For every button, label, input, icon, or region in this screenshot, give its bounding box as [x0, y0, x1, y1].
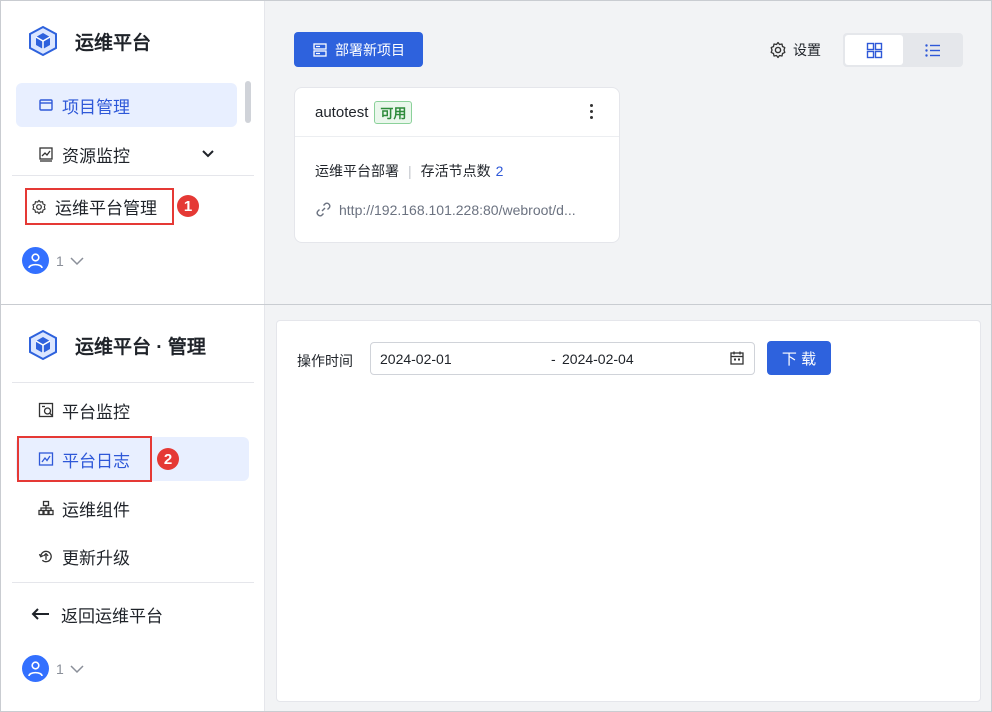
deploy-new-project-button[interactable]: 部署新项目	[294, 32, 423, 67]
admin-sidebar: 运维平台 · 管理 平台监控 平台日志 2 运维组件 更新升级 返回运维平台 1	[1, 305, 265, 711]
cube-logo-icon	[29, 329, 57, 361]
list-view-button[interactable]	[903, 35, 961, 65]
date-separator: -	[551, 351, 556, 367]
sidebar-item-platform-monitor[interactable]: 平台监控	[16, 388, 237, 432]
sidebar-item-projects[interactable]: 项目管理	[16, 83, 237, 127]
grid-view-icon	[866, 42, 883, 59]
app-title: 运维平台	[75, 32, 152, 54]
sidebar-divider	[12, 175, 254, 176]
brand: 运维平台 · 管理	[27, 329, 206, 361]
back-label: 返回运维平台	[61, 606, 163, 626]
cube-logo-icon	[29, 25, 57, 57]
more-options-icon[interactable]	[590, 104, 593, 119]
date-range-picker[interactable]: 2024-02-01 - 2024-02-04	[370, 342, 755, 375]
project-card-header: autotest 可用	[295, 88, 619, 137]
arrow-left-icon	[30, 606, 50, 622]
avatar	[22, 655, 49, 682]
download-button[interactable]: 下 载	[767, 341, 831, 375]
deploy-button-label: 部署新项目	[335, 41, 405, 58]
grid-view-button[interactable]	[845, 35, 903, 65]
folder-icon	[38, 97, 54, 113]
sidebar: 运维平台 项目管理 资源监控 运维平台管理 1 1	[1, 1, 265, 304]
app-title: 运维平台 · 管理	[75, 336, 206, 358]
nodes-count: 2	[495, 163, 504, 179]
sidebar-divider	[12, 582, 254, 583]
meta-separator: |	[408, 163, 412, 179]
user-name: 1	[56, 660, 64, 677]
brand: 运维平台	[27, 25, 151, 57]
avatar	[22, 247, 49, 274]
callout-box-2	[17, 436, 152, 482]
callout-box-1	[25, 188, 174, 225]
sidebar-scrollbar[interactable]	[245, 81, 251, 123]
gear-icon	[769, 41, 787, 59]
list-view-icon	[924, 42, 941, 59]
user-menu[interactable]: 1	[22, 655, 84, 682]
link-icon	[315, 201, 332, 218]
sidebar-item-label: 运维组件	[62, 500, 130, 520]
top-screenshot: 运维平台 项目管理 资源监控 运维平台管理 1 1 部署新项目 设置 autot…	[0, 0, 992, 305]
chevron-down-icon	[70, 664, 84, 674]
components-icon	[38, 500, 54, 516]
project-meta: 运维平台部署 | 存活节点数 2	[315, 161, 503, 181]
view-mode-toggle	[843, 33, 963, 67]
project-url: http://192.168.101.228:80/webroot/d...	[339, 201, 576, 218]
sidebar-item-label: 更新升级	[62, 548, 130, 568]
project-card[interactable]: autotest 可用 运维平台部署 | 存活节点数 2 http://192.…	[294, 87, 620, 243]
start-date-input[interactable]: 2024-02-01	[380, 351, 452, 367]
sidebar-divider	[12, 382, 254, 383]
back-to-platform-link[interactable]: 返回运维平台	[16, 592, 237, 636]
end-date-input[interactable]: 2024-02-04	[562, 351, 634, 367]
callout-badge-1: 1	[177, 195, 199, 217]
chevron-down-icon	[70, 256, 84, 266]
bottom-screenshot: 运维平台 · 管理 平台监控 平台日志 2 运维组件 更新升级 返回运维平台 1…	[0, 304, 992, 712]
user-menu[interactable]: 1	[22, 247, 84, 274]
project-name: autotest	[315, 103, 369, 121]
nodes-label: 存活节点数	[420, 163, 491, 179]
chart-icon	[38, 146, 54, 162]
server-icon	[312, 42, 328, 58]
settings-button[interactable]: 设置	[769, 40, 821, 60]
sidebar-item-components[interactable]: 运维组件	[16, 486, 237, 530]
status-badge: 可用	[374, 100, 413, 124]
settings-label: 设置	[793, 42, 821, 58]
sidebar-item-label: 资源监控	[62, 146, 130, 166]
sidebar-item-upgrade[interactable]: 更新升级	[16, 534, 237, 578]
calendar-icon[interactable]	[729, 350, 745, 366]
sidebar-item-label: 项目管理	[62, 97, 130, 117]
sidebar-item-label: 平台监控	[62, 402, 130, 422]
operation-time-label: 操作时间	[297, 353, 353, 369]
upgrade-icon	[38, 548, 54, 564]
chevron-down-icon[interactable]	[201, 146, 215, 166]
monitor-icon	[38, 402, 54, 418]
project-url-link[interactable]: http://192.168.101.228:80/webroot/d...	[315, 201, 576, 218]
user-name: 1	[56, 252, 64, 269]
sidebar-item-resource-monitor[interactable]: 资源监控	[16, 132, 237, 176]
project-type: 运维平台部署	[315, 163, 399, 179]
log-panel: 操作时间 2024-02-01 - 2024-02-04 下 载	[276, 320, 981, 702]
callout-badge-2: 2	[157, 448, 179, 470]
